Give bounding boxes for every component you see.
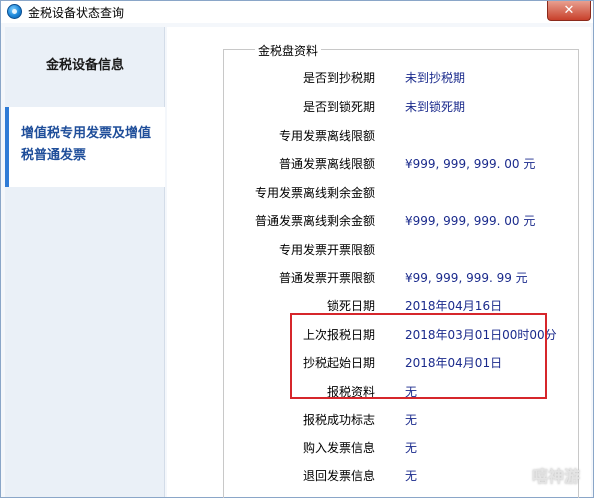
row-value: ¥99, 999, 999. 99 元 <box>405 271 528 285</box>
row-label: 购入发票信息 <box>302 441 375 455</box>
red-highlight-box <box>290 313 547 399</box>
info-row: 报税成功标志 无 <box>167 411 591 431</box>
row-label: 是否到锁死期 <box>302 100 375 114</box>
row-value: ¥999, 999, 999. 00 元 <box>405 157 536 171</box>
info-row: 退回发票信息 无 <box>167 467 591 487</box>
row-label: 报税成功标志 <box>302 413 375 427</box>
row-value: ¥999, 999, 999. 00 元 <box>405 214 536 228</box>
row-label: 是否到抄税期 <box>302 71 375 85</box>
info-row: 普通发票离线剩余金额 ¥999, 999, 999. 00 元 <box>167 212 591 232</box>
info-row: 专用发票开票限额 <box>167 241 591 261</box>
info-row: 是否到抄税期 未到抄税期 <box>167 69 591 89</box>
sidebar-item-device-info[interactable]: 金税设备信息 <box>5 51 165 81</box>
row-value: 未到抄税期 <box>405 71 466 85</box>
info-row: 普通发票离线限额 ¥999, 999, 999. 00 元 <box>167 155 591 175</box>
row-label: 普通发票离线限额 <box>278 157 375 171</box>
row-value: 无 <box>405 413 418 427</box>
sidebar: 金税设备信息 增值税专用发票及增值税普通发票 <box>5 27 165 497</box>
info-row: 普通发票开票限额 ¥99, 999, 999. 99 元 <box>167 269 591 289</box>
info-row: 专用发票离线剩余金额 <box>167 184 591 204</box>
row-label: 专用发票离线剩余金额 <box>254 186 375 200</box>
row-label: 普通发票离线剩余金额 <box>254 214 375 228</box>
info-row: 专用发票离线限额 <box>167 127 591 147</box>
row-label: 锁死日期 <box>326 299 375 313</box>
sidebar-item-invoice-info[interactable]: 增值税专用发票及增值税普通发票 <box>5 107 165 187</box>
info-row: 是否到锁死期 未到锁死期 <box>167 98 591 118</box>
watermark-text: 嘻神游 <box>532 467 581 486</box>
close-button[interactable]: ✕ <box>547 1 591 21</box>
info-row: 购入发票信息 无 <box>167 439 591 459</box>
app-logo-icon <box>7 4 22 19</box>
row-value: 无 <box>405 469 418 483</box>
status-query-window: 金税设备状态查询 ✕ 金税设备信息 增值税专用发票及增值税普通发票 金税盘资料 … <box>0 0 594 498</box>
groupbox-legend: 金税盘资料 <box>255 42 322 59</box>
row-value: 2018年04月16日 <box>405 299 503 313</box>
row-value: 无 <box>405 441 418 455</box>
row-label: 专用发票开票限额 <box>278 243 375 257</box>
row-value: 未到锁死期 <box>405 100 466 114</box>
row-label: 退回发票信息 <box>302 469 375 483</box>
row-label: 普通发票开票限额 <box>278 271 375 285</box>
main-panel: 金税盘资料 是否到抄税期 未到抄税期 是否到锁死期 未到锁死期 专用发票离线限额… <box>167 27 591 498</box>
row-label: 专用发票离线限额 <box>278 129 375 143</box>
window-title: 金税设备状态查询 <box>28 6 125 20</box>
title-bar[interactable]: 金税设备状态查询 ✕ <box>1 1 593 23</box>
